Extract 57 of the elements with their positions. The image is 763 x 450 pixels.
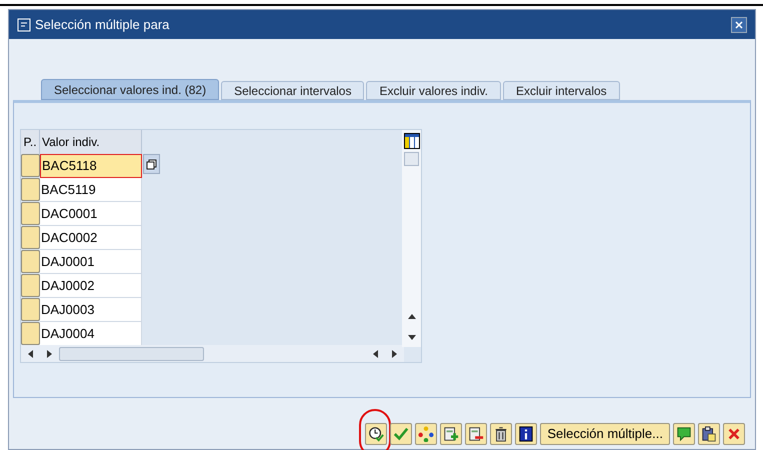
scroll-down-icon[interactable] — [408, 333, 416, 341]
toolbar-button[interactable] — [440, 423, 462, 445]
value-cell[interactable]: DAJ0003 — [40, 298, 142, 322]
scroll-up-icon[interactable] — [408, 313, 416, 321]
value-cell[interactable]: BAC5119 — [40, 178, 142, 202]
row-selector[interactable] — [21, 154, 40, 177]
scroll-left-icon[interactable] — [27, 350, 35, 358]
dialog-icon — [17, 18, 31, 32]
close-button[interactable] — [731, 16, 747, 32]
horizontal-scrollbar[interactable] — [21, 345, 404, 362]
column-header: P.. — [21, 130, 40, 154]
toolbar-button[interactable] — [515, 423, 538, 445]
toolbar-button[interactable] — [490, 423, 512, 445]
scroll-thumb[interactable] — [59, 346, 204, 360]
tab[interactable]: Excluir intervalos — [502, 81, 620, 100]
value-cell[interactable]: DAC0002 — [40, 226, 142, 250]
tab[interactable]: Excluir valores indiv. — [366, 81, 501, 100]
value-cell[interactable]: DAJ0004 — [40, 322, 142, 346]
diamond-nodes-icon — [418, 426, 434, 442]
column-settings-icon[interactable] — [404, 133, 420, 149]
vertical-scrollbar[interactable] — [402, 130, 421, 347]
window-title: Selección múltiple para — [35, 16, 170, 34]
trash-icon — [493, 426, 510, 442]
row-selector[interactable] — [21, 322, 40, 345]
clock-check-icon — [368, 426, 384, 442]
toolbar-button[interactable] — [673, 423, 695, 445]
scroll-thumb[interactable] — [404, 152, 419, 166]
tab[interactable]: Seleccionar valores ind. (82) — [41, 79, 220, 100]
toolbar-button[interactable] — [365, 423, 388, 445]
row-selector[interactable] — [21, 178, 40, 201]
clipboard-icon — [701, 426, 717, 442]
value-cell[interactable]: BAC5118 — [40, 154, 142, 178]
row-selector[interactable] — [21, 202, 40, 225]
row-selector[interactable] — [21, 250, 40, 273]
tab[interactable]: Seleccionar intervalos — [221, 81, 364, 100]
row-selector[interactable] — [21, 298, 40, 321]
info-icon — [518, 426, 534, 442]
toolbar-button[interactable] — [465, 423, 488, 445]
scroll-right-icon[interactable] — [390, 350, 398, 358]
scroll-right-icon[interactable] — [45, 350, 53, 358]
delete-row-icon — [468, 426, 484, 442]
copy-button[interactable] — [143, 154, 160, 174]
value-cell[interactable]: DAC0001 — [40, 202, 142, 226]
multiple-selection-button[interactable]: Selección múltiple... — [540, 423, 670, 445]
close-icon — [726, 426, 742, 442]
speech-bubble-icon — [676, 426, 692, 442]
close-icon — [735, 20, 743, 28]
copy-icon — [146, 158, 157, 170]
column-header: Valor indiv. — [40, 130, 142, 154]
row-selector[interactable] — [21, 274, 40, 297]
row-selector[interactable] — [21, 226, 40, 249]
toolbar-button[interactable] — [698, 423, 720, 445]
checkmark-icon — [393, 426, 410, 442]
value-cell[interactable]: DAJ0002 — [40, 274, 142, 298]
insert-row-icon — [443, 426, 460, 442]
scroll-left-icon[interactable] — [372, 350, 380, 358]
value-cell[interactable]: DAJ0001 — [40, 250, 142, 274]
